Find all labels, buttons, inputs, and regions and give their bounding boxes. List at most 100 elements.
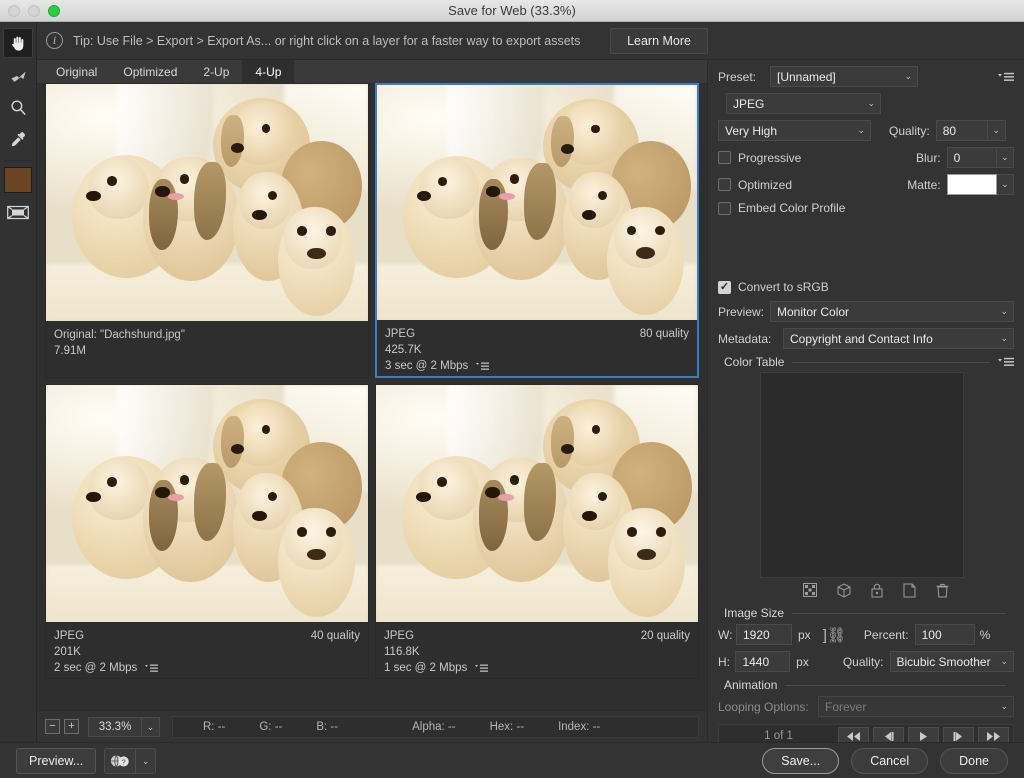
preview-image-jpeg-80[interactable] bbox=[377, 85, 697, 320]
preview-image-jpeg-40[interactable] bbox=[46, 385, 368, 622]
color-table-flyout-menu-icon[interactable] bbox=[998, 357, 1014, 367]
zoom-tool[interactable] bbox=[3, 92, 33, 122]
blur-stepper[interactable]: ⌄ bbox=[996, 147, 1015, 168]
optimized-checkbox[interactable]: Optimized bbox=[718, 178, 864, 192]
tab-2up[interactable]: 2-Up bbox=[190, 60, 243, 83]
pane-flyout-menu-icon[interactable] bbox=[145, 664, 159, 673]
embed-profile-checkbox[interactable]: Embed Color Profile bbox=[718, 201, 1014, 215]
divider bbox=[785, 684, 1006, 686]
chevron-down-icon: ⌄ bbox=[1000, 701, 1008, 711]
metadata-select[interactable]: Copyright and Contact Info ⌄ bbox=[783, 328, 1014, 349]
progressive-row: Progressive Blur: 0 ⌄ bbox=[718, 147, 1015, 168]
pane-speed: 3 sec @ 2 Mbps bbox=[385, 360, 469, 372]
matte-dropdown[interactable]: ⌄ bbox=[996, 174, 1015, 195]
file-format-select[interactable]: JPEG ⌄ bbox=[726, 93, 881, 114]
pane-size: 7.91M bbox=[54, 345, 86, 357]
percent-label: Percent: bbox=[863, 627, 909, 642]
readout-g: G: -- bbox=[259, 720, 283, 733]
image-size-header: Image Size bbox=[718, 606, 1014, 620]
looping-value: Forever bbox=[825, 699, 867, 714]
tab-4up[interactable]: 4-Up bbox=[242, 60, 295, 83]
color-table-swatches[interactable] bbox=[760, 372, 964, 578]
preset-select[interactable]: [Unnamed] ⌄ bbox=[770, 66, 918, 87]
maximize-button[interactable] bbox=[48, 4, 60, 17]
quality-field[interactable]: 80 bbox=[935, 120, 988, 141]
lock-icon[interactable] bbox=[871, 583, 883, 598]
zoom-in-button[interactable]: + bbox=[64, 719, 79, 734]
pane-title: Original: "Dachshund.jpg" bbox=[54, 329, 185, 341]
status-strip: − + 33.3% ⌄ R: -- G: -- B: -- Alpha: -- … bbox=[37, 710, 707, 742]
learn-more-button[interactable]: Learn More bbox=[610, 28, 708, 54]
pane-speed: 2 sec @ 2 Mbps bbox=[54, 662, 138, 674]
preview-pane-jpeg-20[interactable]: JPEG 20 quality 116.8K 1 sec @ 2 Mbps bbox=[375, 384, 699, 679]
divider bbox=[792, 361, 990, 363]
dither-transparency-icon[interactable] bbox=[803, 583, 817, 598]
preview-button[interactable]: Preview... bbox=[16, 747, 97, 774]
preview-select[interactable]: Monitor Color ⌄ bbox=[770, 301, 1014, 322]
pane-info-original: Original: "Dachshund.jpg" 7.91M bbox=[46, 321, 368, 377]
new-swatch-icon[interactable] bbox=[903, 583, 916, 598]
save-for-web-dialog: Save for Web (33.3%) i Tip: Use File > E… bbox=[0, 0, 1024, 778]
done-button[interactable]: Done bbox=[940, 747, 1008, 774]
readout-r: R: -- bbox=[203, 720, 226, 733]
animation-label: Animation bbox=[724, 678, 778, 692]
pane-flyout-menu-icon[interactable] bbox=[476, 362, 490, 371]
delete-swatch-icon[interactable] bbox=[936, 583, 949, 598]
window-controls bbox=[0, 4, 60, 17]
browser-preview-icon: ? bbox=[105, 754, 135, 768]
checkbox-box bbox=[718, 280, 731, 294]
web-safe-cube-icon[interactable] bbox=[837, 583, 851, 598]
blur-field[interactable]: 0 bbox=[946, 147, 997, 168]
save-button[interactable]: Save... bbox=[762, 747, 840, 774]
tools-palette bbox=[0, 22, 37, 778]
zoom-level-select[interactable]: 33.3% ⌄ bbox=[88, 716, 160, 737]
width-field[interactable]: 1920 bbox=[736, 624, 792, 645]
preview-pane-original[interactable]: Original: "Dachshund.jpg" 7.91M bbox=[45, 83, 369, 378]
tip-text: Tip: Use File > Export > Export As... or… bbox=[73, 33, 581, 48]
divider bbox=[792, 612, 1006, 614]
matte-label: Matte: bbox=[907, 177, 941, 192]
eyedropper-tool[interactable] bbox=[3, 124, 33, 154]
image-width-row: W: 1920 px ]⛓ Percent: 100 % bbox=[718, 624, 1014, 645]
toggle-slices-visibility[interactable] bbox=[3, 197, 33, 227]
chain-link-icon[interactable]: ]⛓ bbox=[823, 626, 846, 644]
foreground-color-swatch[interactable] bbox=[4, 167, 32, 193]
looping-select[interactable]: Forever ⌄ bbox=[818, 696, 1014, 717]
optimized-label: Optimized bbox=[738, 177, 793, 192]
preview-image-jpeg-20[interactable] bbox=[376, 385, 698, 622]
browser-preview-control[interactable]: ? ⌄ bbox=[104, 747, 157, 774]
width-label: W: bbox=[718, 627, 733, 642]
matte-color-swatch[interactable] bbox=[946, 174, 997, 195]
compression-quality-select[interactable]: Very High ⌄ bbox=[718, 120, 871, 141]
tab-original[interactable]: Original bbox=[43, 60, 111, 83]
quality-label: Quality: bbox=[889, 123, 930, 138]
preview-pane-jpeg-40[interactable]: JPEG 40 quality 201K 2 sec @ 2 Mbps bbox=[45, 384, 369, 679]
chevron-down-icon: ⌄ bbox=[1000, 306, 1008, 316]
image-size-label: Image Size bbox=[724, 606, 785, 620]
compression-row: Very High ⌄ Quality: 80 ⌄ bbox=[718, 120, 1014, 141]
chevron-down-icon: ⌄ bbox=[904, 71, 912, 81]
convert-srgb-checkbox[interactable]: Convert to sRGB bbox=[718, 280, 1014, 294]
zoom-out-button[interactable]: − bbox=[45, 719, 60, 734]
cancel-button[interactable]: Cancel bbox=[851, 747, 929, 774]
preview-image-original[interactable] bbox=[46, 84, 368, 321]
title-bar: Save for Web (33.3%) bbox=[0, 0, 1024, 22]
preview-label: Preview: bbox=[718, 304, 765, 319]
pane-quality: 40 quality bbox=[310, 630, 360, 642]
preview-pane-jpeg-80[interactable]: JPEG 80 quality 425.7K 3 sec @ 2 Mbps bbox=[375, 83, 699, 378]
panel-flyout-menu-icon[interactable] bbox=[998, 72, 1014, 82]
checkbox-box bbox=[718, 151, 731, 164]
quality-stepper[interactable]: ⌄ bbox=[987, 120, 1006, 141]
tab-optimized[interactable]: Optimized bbox=[110, 60, 191, 83]
slice-select-tool[interactable] bbox=[3, 60, 33, 90]
resample-quality-select[interactable]: Bicubic Smoother ⌄ bbox=[889, 651, 1014, 672]
height-field[interactable]: 1440 bbox=[735, 651, 791, 672]
percent-field[interactable]: 100 bbox=[914, 624, 975, 645]
minimize-button[interactable] bbox=[28, 4, 40, 17]
pane-flyout-menu-icon[interactable] bbox=[475, 664, 489, 673]
progressive-checkbox[interactable]: Progressive bbox=[718, 151, 864, 165]
hand-tool[interactable] bbox=[3, 28, 33, 58]
close-button[interactable] bbox=[8, 4, 20, 17]
metadata-label: Metadata: bbox=[718, 331, 772, 346]
pane-info-jpeg-80: JPEG 80 quality 425.7K 3 sec @ 2 Mbps bbox=[377, 320, 697, 376]
